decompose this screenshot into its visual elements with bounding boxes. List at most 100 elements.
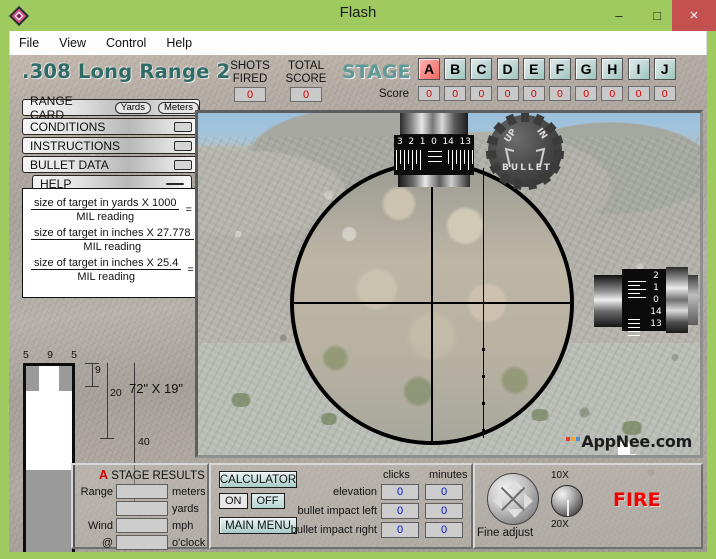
menu-bar: File View Control Help bbox=[9, 31, 707, 55]
dpad-right-arrow-icon[interactable] bbox=[524, 493, 533, 509]
dim-vertical-20 bbox=[107, 363, 108, 439]
target-tick-right: 5 bbox=[71, 349, 77, 361]
target-tick-labels: 5 9 5 bbox=[23, 349, 77, 361]
turret-base bbox=[398, 175, 470, 187]
fine-adjust-dpad[interactable] bbox=[487, 473, 539, 525]
instructions-toggle-icon[interactable] bbox=[174, 141, 192, 151]
stage-result-unit: meters bbox=[172, 485, 206, 498]
scrub-bush bbox=[228, 393, 254, 407]
stage-score-a: 0 bbox=[418, 86, 440, 101]
formula-fraction: size of target in yards X 1000 MIL readin… bbox=[31, 197, 180, 223]
close-button[interactable]: × bbox=[672, 0, 716, 31]
yards-toggle[interactable]: Yards bbox=[114, 101, 151, 114]
stage-result-input[interactable] bbox=[116, 484, 168, 499]
windage-dial-ticks bbox=[628, 279, 646, 337]
stage-result-unit: yards bbox=[172, 502, 199, 515]
stage-button-f[interactable]: F bbox=[548, 58, 571, 80]
target-tick-left: 5 bbox=[23, 349, 29, 361]
calculator-on-button[interactable]: ON bbox=[219, 493, 248, 509]
zoom-10x-label[interactable]: 10X bbox=[551, 470, 569, 481]
bullet-data-toggle-icon[interactable] bbox=[174, 160, 192, 170]
adjustment-clicks-input[interactable]: 0 bbox=[381, 522, 419, 538]
elevation-turret-number: 13 bbox=[459, 137, 471, 147]
turret-cap bbox=[400, 113, 468, 135]
scrub-bush bbox=[528, 409, 552, 421]
fire-button[interactable]: FIRE bbox=[613, 489, 661, 511]
dpad-left-arrow-icon[interactable] bbox=[493, 493, 502, 509]
dpad-down-arrow-icon[interactable] bbox=[507, 509, 523, 518]
dim-tick-9-bottom bbox=[85, 386, 99, 387]
clicks-column-header: clicks bbox=[383, 469, 410, 481]
adjustment-row: elevation 0 0 bbox=[271, 484, 463, 500]
shots-fired-label-line2: FIRED bbox=[232, 72, 268, 85]
adjustment-label: bullet impact left bbox=[297, 505, 377, 517]
stage-button-h[interactable]: H bbox=[601, 58, 624, 80]
conditions-toggle-icon[interactable] bbox=[174, 122, 192, 132]
adjustment-clicks-input[interactable]: 0 bbox=[381, 503, 419, 519]
stage-score-h: 0 bbox=[601, 86, 624, 101]
stage-results-badge: A bbox=[99, 468, 109, 482]
windage-dial-numbers: 2 1 0 14 13 bbox=[648, 269, 664, 331]
conditions-label: CONDITIONS bbox=[30, 119, 106, 134]
windage-turret-number: 0 bbox=[653, 295, 659, 305]
meters-toggle[interactable]: Meters bbox=[157, 101, 199, 114]
bullet-data-button[interactable]: BULLET DATA bbox=[22, 156, 200, 173]
reticle-horizontal-line bbox=[294, 302, 570, 304]
elevation-turret-number: 1 bbox=[419, 137, 426, 147]
stage-button-g[interactable]: G bbox=[575, 58, 598, 80]
formula-numerator: size of target in inches X 25.4 bbox=[34, 257, 179, 269]
total-score-label-line1: TOTAL bbox=[288, 60, 324, 72]
elevation-turret[interactable]: 3 2 1 0 14 13 bbox=[394, 113, 474, 187]
dim-label-9: 9 bbox=[95, 364, 101, 376]
stage-result-input[interactable] bbox=[116, 501, 168, 516]
zoom-knob[interactable] bbox=[551, 485, 583, 517]
stage-result-unit: mph bbox=[172, 519, 194, 532]
bullet-direction-knob[interactable]: UP IN BULLET bbox=[485, 113, 565, 190]
adjustment-clicks-input[interactable]: 0 bbox=[381, 484, 419, 500]
stage-button-d[interactable]: D bbox=[496, 58, 519, 80]
adjustment-minutes-input[interactable]: 0 bbox=[425, 522, 463, 538]
stage-score-j: 0 bbox=[653, 86, 676, 101]
shots-fired-label-line1: SHOTS bbox=[230, 60, 270, 72]
menu-file[interactable]: File bbox=[19, 36, 39, 50]
target-shoulder-left bbox=[26, 366, 39, 391]
menu-help[interactable]: Help bbox=[166, 36, 192, 50]
help-toggle-icon[interactable] bbox=[166, 183, 184, 185]
menu-view[interactable]: View bbox=[59, 36, 86, 50]
instructions-label: INSTRUCTIONS bbox=[30, 138, 120, 153]
zoom-20x-label[interactable]: 20X bbox=[551, 519, 569, 530]
stage-results-title: A STAGE RESULTS bbox=[99, 468, 205, 482]
instructions-button[interactable]: INSTRUCTIONS bbox=[22, 137, 200, 154]
left-menu-stack: RANGE CARD Yards Meters CONDITIONS INSTR… bbox=[22, 94, 200, 194]
game-canvas: .308 Long Range 2 SHOTS FIRED 0 TOTAL SC… bbox=[9, 55, 707, 552]
scope-view[interactable]: 3 2 1 0 14 13 UP IN BULLET 2 1 0 14 13 A… bbox=[195, 110, 703, 458]
adjustment-minutes-input[interactable]: 0 bbox=[425, 484, 463, 500]
stage-button-c[interactable]: C bbox=[470, 58, 493, 80]
windage-turret-number: 13 bbox=[650, 319, 662, 329]
stage-score-b: 0 bbox=[444, 86, 467, 101]
dpad-up-arrow-icon[interactable] bbox=[507, 480, 523, 489]
stage-button-i[interactable]: I bbox=[627, 58, 650, 80]
stage-button-a[interactable]: A bbox=[418, 58, 440, 80]
minimize-button[interactable]: – bbox=[600, 0, 638, 31]
menu-control[interactable]: Control bbox=[106, 36, 146, 50]
stage-button-j[interactable]: J bbox=[653, 58, 676, 80]
maximize-button[interactable]: □ bbox=[638, 0, 676, 31]
stage-result-label: @ bbox=[101, 536, 113, 549]
stage-button-b[interactable]: B bbox=[444, 58, 467, 80]
stage-button-row: ABCDEFGHIJ bbox=[418, 58, 676, 80]
dim-label-20: 20 bbox=[110, 387, 122, 399]
stage-result-input[interactable] bbox=[116, 535, 168, 550]
windage-turret[interactable]: 2 1 0 14 13 bbox=[622, 261, 700, 339]
adjustment-label: elevation bbox=[332, 486, 377, 498]
elevation-turret-number: 3 bbox=[397, 137, 403, 147]
stage-result-unit: o'clock bbox=[172, 536, 206, 549]
range-card-button[interactable]: RANGE CARD Yards Meters bbox=[22, 94, 200, 122]
watermark: AppNee.com bbox=[566, 432, 692, 451]
conditions-button[interactable]: CONDITIONS bbox=[22, 118, 200, 135]
adjustment-minutes-input[interactable]: 0 bbox=[425, 503, 463, 519]
stage-result-input[interactable] bbox=[116, 518, 168, 533]
stage-score-d: 0 bbox=[496, 86, 519, 101]
stage-results-title-text: STAGE RESULTS bbox=[111, 470, 205, 482]
stage-button-e[interactable]: E bbox=[522, 58, 545, 80]
